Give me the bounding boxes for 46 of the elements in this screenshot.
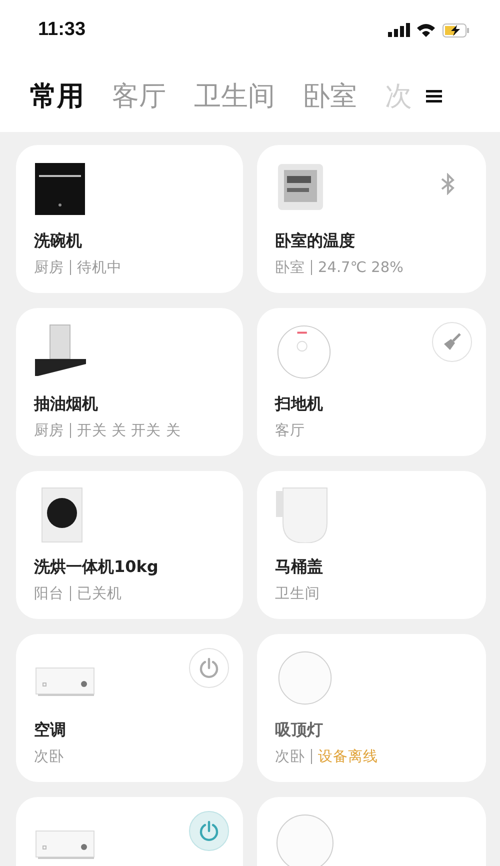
- device-name: 吸顶灯: [275, 720, 324, 741]
- bluetooth-icon[interactable]: [440, 173, 456, 195]
- power-icon: [198, 820, 220, 842]
- wifi-icon: [416, 22, 436, 38]
- device-name: 抽油烟机: [34, 394, 99, 415]
- device-room: 次卧: [34, 748, 64, 766]
- broom-icon: [442, 332, 462, 352]
- signal-icon: [388, 23, 410, 37]
- menu-icon[interactable]: [426, 89, 442, 103]
- device-status: 已关机: [77, 585, 122, 603]
- device-status: 24.7℃ 28%: [318, 260, 404, 276]
- device-status: 开关 关 开关 关: [77, 422, 181, 440]
- power-button[interactable]: [189, 648, 229, 688]
- device-card[interactable]: 洗烘一体机10kg 阳台 已关机: [16, 471, 243, 619]
- device-room: 阳台: [34, 585, 64, 603]
- device-room: 卧室: [275, 258, 305, 277]
- device-room: 厨房: [34, 422, 64, 440]
- device-name: 洗烘一体机10kg: [34, 557, 160, 578]
- device-card[interactable]: 空调 次卧: [16, 634, 243, 782]
- device-card[interactable]: 抽油烟机 厨房 开关 关 开关 关: [16, 308, 243, 456]
- device-name: 卧室的温度: [275, 231, 356, 252]
- device-room: 厨房: [34, 258, 64, 277]
- status-time: 11:33: [38, 19, 86, 41]
- device-card[interactable]: 扫地机 客厅: [257, 308, 486, 456]
- dishwasher-drawing: [34, 161, 88, 217]
- device-room: 卫生间: [275, 585, 320, 603]
- device-card[interactable]: 洗碗机 厨房 待机中: [16, 145, 243, 293]
- device-name: 洗碗机: [34, 231, 83, 252]
- robot-vacuum-drawing: [275, 324, 333, 380]
- device-card[interactable]: 卧室的温度 卧室 24.7℃ 28%: [257, 145, 486, 293]
- device-room: 次卧: [275, 748, 305, 766]
- device-room: 客厅: [275, 422, 305, 440]
- power-button[interactable]: [189, 811, 229, 851]
- power-icon: [198, 657, 220, 679]
- ceiling-light-drawing: [275, 813, 335, 866]
- device-status: 待机中: [77, 259, 122, 277]
- toilet-seat-drawing: [275, 487, 329, 543]
- battery-charging-icon: [442, 22, 470, 38]
- room-tab[interactable]: 常用: [30, 78, 84, 114]
- device-name: 马桶盖: [275, 557, 324, 578]
- device-name: 扫地机: [275, 394, 324, 415]
- device-name: 空调: [34, 720, 67, 741]
- device-card[interactable]: 吸顶灯 次卧 设备离线: [257, 634, 486, 782]
- device-card[interactable]: 马桶盖 卫生间: [257, 471, 486, 619]
- broom-button[interactable]: [432, 322, 472, 362]
- device-status: 设备离线: [318, 748, 378, 766]
